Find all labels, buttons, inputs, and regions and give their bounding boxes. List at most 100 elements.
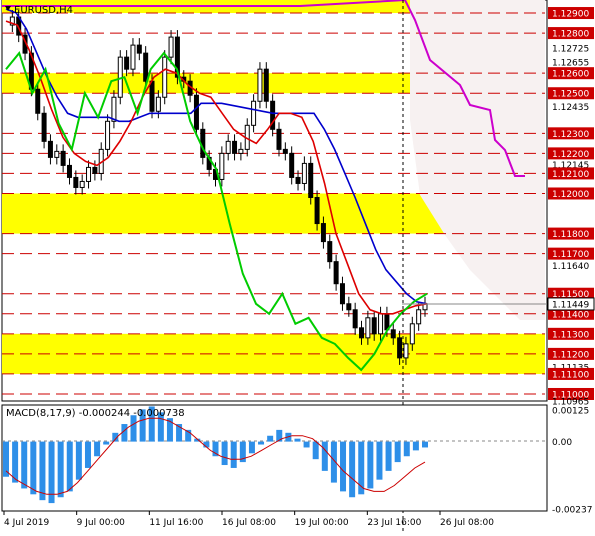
- price-tick-label: 1.12655: [552, 59, 589, 69]
- candle-body: [66, 164, 72, 178]
- price-tick-label: 1.12600: [552, 70, 589, 80]
- current-price-label: 1.11449: [552, 300, 589, 310]
- macd-bar: [248, 441, 255, 454]
- macd-bar: [21, 441, 28, 489]
- candle-body: [35, 88, 41, 114]
- price-tick-label: 1.12725: [552, 45, 589, 55]
- candle-body: [168, 36, 174, 58]
- candle-body: [409, 323, 415, 345]
- candle-body: [352, 309, 358, 329]
- candle-body: [92, 166, 98, 174]
- candle-body: [162, 56, 168, 98]
- macd-bar: [422, 441, 428, 448]
- macd-panel: MACD(8,17,9) -0.000244 -0.000738 0.00125…: [1, 404, 592, 516]
- time-label: 16 Jul 08:00: [222, 518, 276, 528]
- price-tick-label: 1.12435: [552, 103, 589, 113]
- macd-bar: [267, 435, 274, 442]
- candle-body: [105, 120, 111, 150]
- macd-bar: [376, 441, 383, 480]
- macd-tick-label: 0.00: [552, 438, 572, 448]
- macd-bar: [221, 441, 228, 466]
- macd-bar: [403, 441, 410, 457]
- candle-body: [327, 241, 333, 263]
- macd-title: MACD(8,17,9) -0.000244 -0.000738: [6, 408, 185, 419]
- candle-body: [257, 68, 263, 102]
- time-label: 11 Jul 16:00: [149, 518, 203, 528]
- macd-bar: [30, 441, 37, 495]
- macd-bar: [412, 441, 419, 451]
- candle-body: [225, 140, 231, 154]
- candle-body: [79, 180, 85, 188]
- candle-body: [124, 56, 130, 70]
- candle-body: [130, 44, 136, 70]
- candle-body: [365, 317, 371, 339]
- time-label: 9 Jul 00:00: [77, 518, 126, 528]
- candle-body: [295, 176, 301, 184]
- macd-bar: [312, 441, 319, 460]
- candle-body: [219, 152, 225, 180]
- macd-bar: [367, 441, 374, 489]
- candle-body: [41, 112, 47, 142]
- macd-tick-label: -0.00237: [552, 506, 592, 516]
- candle-body: [314, 196, 320, 225]
- candle-body: [359, 327, 365, 339]
- candle-body: [308, 162, 314, 198]
- candle-body: [390, 329, 396, 339]
- price-tick-label: 1.11400: [552, 310, 589, 320]
- candle-body: [193, 94, 199, 130]
- macd-bar: [57, 441, 64, 498]
- macd-bar: [94, 441, 101, 457]
- candle-body: [276, 128, 282, 150]
- price-tick-label: 1.11200: [552, 350, 589, 360]
- candle-body: [339, 283, 345, 305]
- candle-body: [232, 140, 238, 154]
- macd-bar: [230, 441, 237, 468]
- macd-bar: [321, 441, 328, 471]
- price-tick-label: 1.12200: [552, 150, 589, 160]
- macd-bar: [394, 441, 401, 463]
- time-label: 4 Jul 2019: [4, 518, 49, 528]
- candle-body: [54, 150, 60, 158]
- macd-bar: [303, 441, 310, 448]
- candle-body: [346, 303, 352, 311]
- macd-bar: [84, 441, 91, 468]
- candle-body: [403, 343, 409, 359]
- macd-bar: [75, 441, 82, 480]
- candle-body: [282, 148, 288, 154]
- price-tick-label: 1.12100: [552, 170, 589, 180]
- time-label: 26 Jul 08:00: [440, 518, 494, 528]
- candle-body: [149, 80, 155, 112]
- price-tick-label: 1.12000: [552, 190, 589, 200]
- candle-body: [238, 148, 244, 154]
- macd-bar: [340, 441, 347, 492]
- candle-body: [289, 152, 295, 178]
- price-tick-label: 1.11800: [552, 230, 589, 240]
- macd-bar: [385, 441, 392, 471]
- candle-body: [155, 96, 161, 112]
- macd-bar: [294, 438, 301, 442]
- price-tick-label: 1.11300: [552, 330, 589, 340]
- candle-body: [47, 140, 53, 158]
- symbol-text: EURUSD,H4: [14, 5, 73, 16]
- price-tick-label: 1.11640: [552, 262, 589, 272]
- price-tick-label: 1.12500: [552, 90, 589, 100]
- candle-body: [60, 150, 66, 166]
- time-label: 19 Jul 00:00: [295, 518, 349, 528]
- price-tick-label: 1.12800: [552, 30, 589, 40]
- candle-body: [263, 68, 269, 102]
- candle-body: [397, 337, 403, 359]
- symbol-label: EURUSD,H4: [5, 5, 73, 16]
- candle-body: [73, 176, 79, 188]
- candle-body: [251, 100, 257, 126]
- candle-body: [136, 44, 142, 54]
- price-tick-label: 1.12300: [552, 130, 589, 140]
- macd-bar: [130, 415, 137, 442]
- macd-bar: [39, 441, 46, 501]
- price-tick-label: 1.11100: [552, 370, 589, 380]
- candle-body: [378, 313, 384, 335]
- price-tick-label: 1.11700: [552, 250, 589, 260]
- candle-body: [301, 162, 307, 184]
- candle-body: [86, 166, 92, 182]
- price-tick-label: 1.12900: [552, 10, 589, 20]
- macd-bar: [258, 441, 265, 445]
